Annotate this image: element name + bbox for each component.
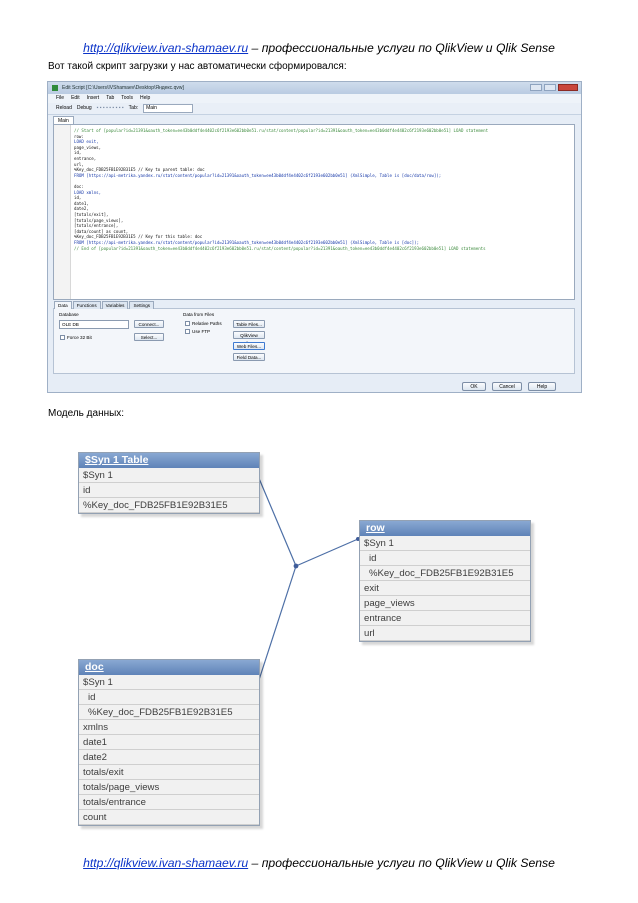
link-junction (293, 563, 299, 569)
table-field[interactable]: date2 (79, 750, 259, 765)
table-title: row (360, 521, 530, 536)
table-field[interactable]: xmlns (79, 720, 259, 735)
table-field[interactable]: $Syn 1 (79, 675, 259, 690)
table-row[interactable]: row $Syn 1 id %Key_doc_FDB25FB1E92B31E5 exi… (359, 520, 531, 642)
link-syn-table (257, 475, 297, 567)
table-field[interactable]: totals/page_views (79, 780, 259, 795)
table-field[interactable]: %Key_doc_FDB25FB1E92B31E5 (360, 566, 530, 581)
field-list: $Syn 1 id %Key_doc_FDB25FB1E92B31E5 xmlns da… (79, 675, 259, 825)
footer-tagline: – профессиональные услуги по QlikView и … (248, 856, 555, 870)
table-field[interactable]: date1 (79, 735, 259, 750)
footer-site-link[interactable]: http://qlikview.ivan-shamaev.ru (83, 856, 248, 870)
table-field[interactable]: $Syn 1 (360, 536, 530, 551)
table-field[interactable]: $Syn 1 (79, 468, 259, 483)
link-row (295, 538, 359, 567)
page-footer: http://qlikview.ivan-shamaev.ru – профес… (0, 856, 638, 870)
table-field[interactable]: totals/exit (79, 765, 259, 780)
table-field[interactable]: count (79, 810, 259, 825)
table-field[interactable]: %Key_doc_FDB25FB1E92B31E5 (79, 705, 259, 720)
table-doc[interactable]: doc $Syn 1 id %Key_doc_FDB25FB1E92B31E5 xml… (78, 659, 260, 826)
table-field[interactable]: page_views (360, 596, 530, 611)
table-field[interactable]: entrance (360, 611, 530, 626)
table-title: $Syn 1 Table (79, 453, 259, 468)
link-doc (257, 565, 297, 684)
table-field[interactable]: exit (360, 581, 530, 596)
table-field[interactable]: %Key_doc_FDB25FB1E92B31E5 (79, 498, 259, 513)
table-field[interactable]: id (360, 551, 530, 566)
table-field[interactable]: url (360, 626, 530, 641)
table-syn1[interactable]: $Syn 1 Table $Syn 1 id %Key_doc_FDB25FB1E9… (78, 452, 260, 514)
table-field[interactable]: totals/entrance (79, 795, 259, 810)
table-title: doc (79, 660, 259, 675)
field-list: $Syn 1 id %Key_doc_FDB25FB1E92B31E5 exit pag… (360, 536, 530, 641)
table-field[interactable]: id (79, 483, 259, 498)
field-list: $Syn 1 id %Key_doc_FDB25FB1E92B31E5 (79, 468, 259, 513)
table-field[interactable]: id (79, 690, 259, 705)
